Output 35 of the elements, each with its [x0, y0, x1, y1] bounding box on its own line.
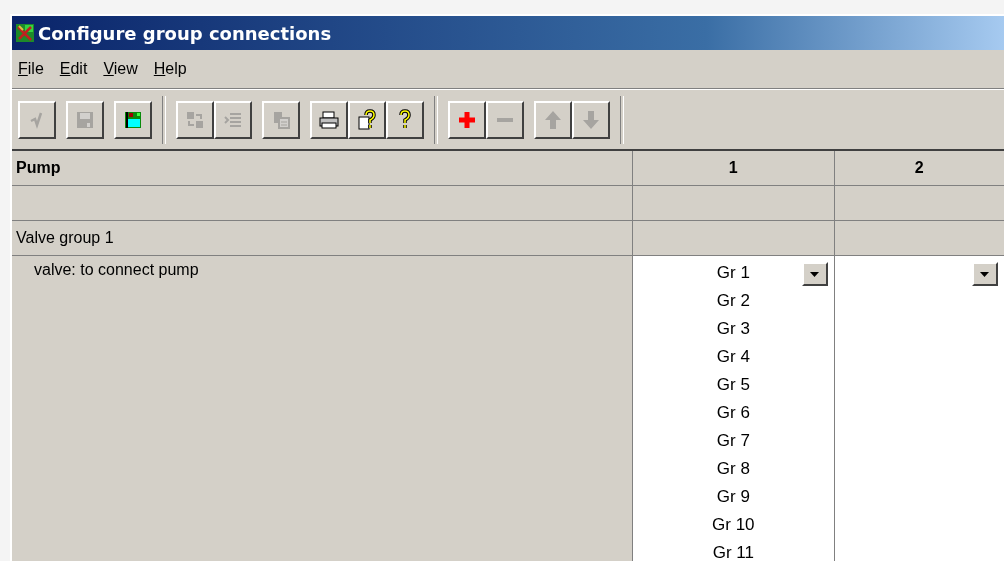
list-option[interactable]: Gr 5	[716, 371, 750, 399]
list-option[interactable]: Gr 4	[716, 343, 750, 371]
dropdown-button[interactable]	[972, 262, 998, 286]
row-label: valve: to connect pump	[34, 261, 199, 279]
column-header: 2	[913, 158, 925, 178]
menu-item[interactable]: Edit	[59, 60, 88, 78]
list-option[interactable]: Gr 7	[716, 427, 750, 455]
column-header: Pump	[12, 151, 634, 185]
print-button[interactable]	[310, 100, 348, 139]
list-option[interactable]: Gr 3	[716, 315, 750, 343]
document-question-icon	[356, 108, 378, 131]
menu-item[interactable]: View	[103, 60, 138, 78]
list-option[interactable]: Gr 9	[716, 483, 750, 511]
window-title: Configure group connections	[38, 22, 332, 44]
printer-icon	[318, 108, 340, 131]
list-option[interactable]: Gr 6	[716, 399, 750, 427]
caret-icon	[980, 271, 990, 277]
dropdown-button[interactable]	[801, 262, 828, 286]
row-label: Valve group 1	[12, 221, 634, 255]
app-icon	[16, 24, 34, 42]
list-option[interactable]: Gr 8	[716, 455, 750, 483]
list-option[interactable]: Gr 1	[716, 259, 750, 287]
minus-icon	[497, 117, 513, 122]
screen-button[interactable]	[114, 100, 152, 139]
caret-icon	[810, 271, 819, 277]
help-button[interactable]	[386, 100, 424, 139]
list-option[interactable]: Gr 2	[716, 287, 750, 315]
doc-help-button[interactable]	[348, 100, 386, 139]
list-option[interactable]: Gr 11	[712, 539, 754, 561]
menu-item[interactable]: File	[18, 60, 44, 78]
menu-item[interactable]: Help	[153, 60, 187, 78]
list-option[interactable]: Gr 10	[712, 511, 755, 539]
down-arrow-icon	[580, 108, 602, 131]
column-header: 1	[633, 151, 835, 185]
add-button[interactable]	[448, 100, 486, 139]
